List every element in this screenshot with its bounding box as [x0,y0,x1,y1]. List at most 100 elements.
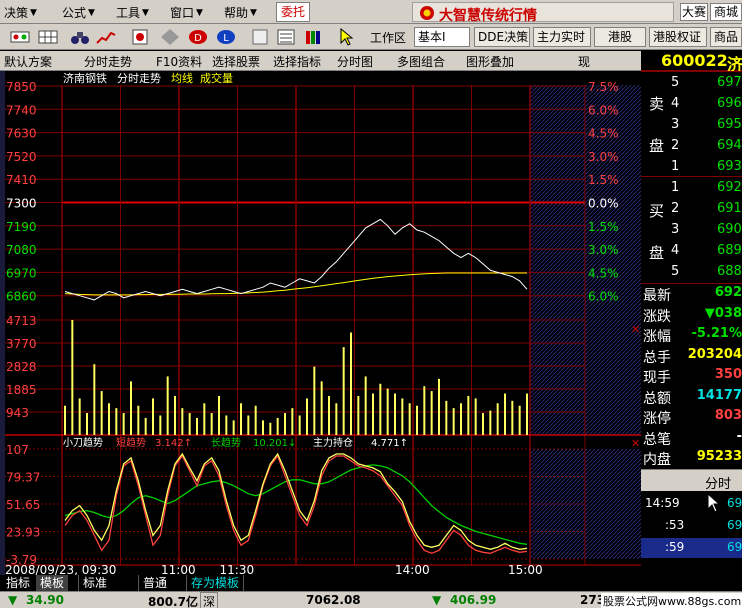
dde-button[interactable]: DDE决策 [474,27,530,47]
menu-juece[interactable]: 决策 [4,4,28,21]
buy-price[interactable]: 691 [717,201,742,216]
watermark: 股票公式网www.88gs.com [601,593,742,608]
help-cursor-icon[interactable] [338,28,358,46]
price-tick-label: 7630 [6,127,37,141]
dasai-button[interactable]: 大赛 [680,3,708,21]
sell-level: 3 [671,117,680,132]
binoculars-icon[interactable] [70,28,90,46]
tab-biaozhun[interactable]: 标准 [78,575,112,591]
close-icon[interactable]: ✕ [631,323,640,336]
menu-chuangkou[interactable]: 窗口 [170,4,194,21]
tab-select-stock[interactable]: 选择股票 [212,53,260,70]
stat-value: 803 [714,408,742,423]
stat-label: 总额 [643,390,671,407]
pct-tick-label: 1.5% [588,173,619,187]
pct-tick-label: 6.0% [588,290,619,304]
indicator-tick-label: 79.37 [6,471,40,485]
trade-row[interactable]: :53 69 [641,516,742,536]
quote-icon[interactable] [10,28,30,46]
time-tick-label: 14:00 [395,563,430,575]
tab-save-template[interactable]: 存为模板 [186,575,245,591]
pct-tick-label: 1.5% [588,220,619,234]
chart-icon[interactable] [96,28,116,46]
buy-price[interactable]: 692 [717,180,742,195]
menu-gongshi[interactable]: 公式 [62,4,86,21]
workspace-select[interactable]: 基本Ⅰ [414,27,470,47]
trade-row[interactable]: 14:59 69 [641,494,742,514]
sell-price[interactable]: 694 [717,138,742,153]
stat-value: - [736,428,742,444]
menu-arrow-icon: ▼ [196,8,203,18]
stat-value: ▼038 [704,305,742,321]
function-tabs: 默认方案 分时走势 F10资料 选择股票 选择指标 分时图 多图组合 图形叠加 … [0,51,645,71]
buy-label: 买 [649,202,665,220]
document-icon[interactable] [250,28,270,46]
menu-gongju[interactable]: 工具 [116,4,140,21]
list-icon[interactable] [276,28,296,46]
trade-price: 69 [727,518,742,532]
tab-putong[interactable]: 普通 [138,575,172,591]
sell-price[interactable]: 696 [717,96,742,111]
books-icon[interactable] [304,28,324,46]
ganggu-quanzheng-button[interactable]: 港股权证 [649,27,707,47]
stat-label: 总笔 [643,431,671,448]
fenshi-label: 分时 [705,477,732,492]
tab-fenshitu[interactable]: 分时图 [337,53,373,70]
toolbar: D L 工作区 基本Ⅰ DDE决策 主力实时 港股 港股权证 商品 [0,24,742,50]
tab-default-scheme[interactable]: 默认方案 [4,53,52,70]
tag-icon[interactable] [130,28,150,46]
app-window: 决策 ▼ 公式 ▼ 工具 ▼ 窗口 ▼ 帮助 ▼ 委托 大智慧传统行情 大赛 商… [0,0,742,608]
workspace-label: 工作区 [370,31,407,45]
time-tick-label: 2008/09/23, 09:30 [5,563,116,575]
sell-price[interactable]: 695 [717,117,742,132]
stock-code: 600022 [661,51,728,70]
shangcheng-button[interactable]: 商城 [710,3,742,21]
buy-price[interactable]: 688 [717,264,742,279]
stat-value: 692 [714,285,742,300]
ganggu-button[interactable]: 港股 [594,27,646,47]
price-tick-label: 6970 [6,266,37,280]
intraday-chart[interactable]: 7850 7740 7630 7520 7410 7300 7190 7080 6970 6860… [5,71,641,575]
menu-bangzhu[interactable]: 帮助 [224,4,248,21]
time-tick-label: 15:00 [508,563,543,575]
stat-label: 涨幅 [643,329,671,345]
buy-price[interactable]: 689 [717,243,742,258]
diamond-icon[interactable] [160,28,180,46]
weituo-button[interactable]: 委托 [276,2,310,22]
trade-list: 14:59 69:53 69:59 69 [641,492,742,570]
logo-icon [420,6,434,20]
tab-select-indicator[interactable]: 选择指标 [273,53,321,70]
stat-label: 内盘 [643,452,671,468]
tab-zhibiao[interactable]: 指标 [2,575,35,591]
tab-f10[interactable]: F10资料 [156,53,202,70]
fenshi-header[interactable]: 分时 [641,469,742,492]
tab-fenshi[interactable]: 分时走势 [84,53,132,70]
zhuli-button[interactable]: 主力实时 [533,27,591,47]
buy-level: 1 [671,180,680,195]
pct-tick-label: 4.5% [588,266,619,280]
buy-book: 买盘 1 692 2 691 3 690 4 689 5 688 [641,178,742,284]
menu-arrow-icon: ▼ [88,8,95,18]
red-badge-icon[interactable]: D [188,28,208,46]
close-icon[interactable]: ✕ [631,437,640,450]
menu-arrow-icon: ▼ [142,8,149,18]
volume-tick-label: 943 [6,406,29,420]
buy-price[interactable]: 690 [717,222,742,237]
grid-icon[interactable] [38,28,58,46]
sell-price[interactable]: 697 [717,75,742,90]
tab-xian[interactable]: 现 [578,53,590,70]
sell-book: 卖盘 5 697 4 696 3 695 2 694 1 693 [641,73,742,177]
trade-row[interactable]: :59 69 [641,538,742,558]
market2-label[interactable]: 深 [200,592,219,608]
sell-price[interactable]: 693 [717,159,742,174]
tab-moban[interactable]: 模板 [36,575,69,591]
shangpin-button[interactable]: 商品 [710,27,742,47]
divider [641,71,742,72]
sell-level: 2 [671,138,680,153]
price-tick-label: 7190 [6,220,37,234]
tab-overlay[interactable]: 图形叠加 [466,53,514,70]
blue-badge-icon[interactable]: L [216,28,236,46]
volume-tick-label: 1885 [6,383,37,397]
tab-multi-chart[interactable]: 多图组合 [397,53,445,70]
sell-label: 盘 [649,137,665,155]
